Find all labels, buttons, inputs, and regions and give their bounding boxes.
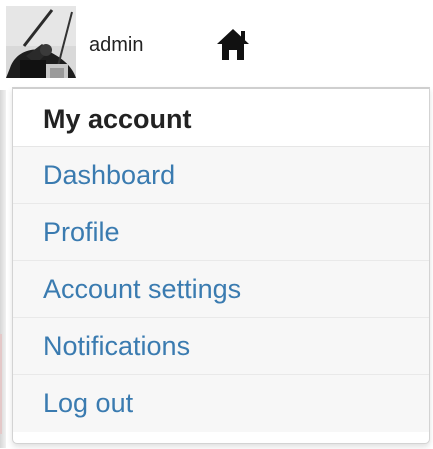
username-link[interactable]: admin xyxy=(89,33,143,57)
background-accent-line xyxy=(0,334,2,434)
page: admin My account Dashboard Profile Accou… xyxy=(0,0,433,449)
background-panel-edge xyxy=(0,90,6,448)
home-icon[interactable] xyxy=(214,26,252,62)
menu-item-account-settings[interactable]: Account settings xyxy=(13,261,429,318)
avatar[interactable] xyxy=(6,6,76,78)
menu-item-profile[interactable]: Profile xyxy=(13,204,429,261)
user-bar: admin xyxy=(0,0,433,82)
menu-item-dashboard[interactable]: Dashboard xyxy=(13,147,429,204)
menu-item-log-out[interactable]: Log out xyxy=(13,375,429,432)
menu-header-my-account: My account xyxy=(13,89,429,147)
account-dropdown-menu: My account Dashboard Profile Account set… xyxy=(12,87,430,444)
avatar-image xyxy=(6,6,76,78)
menu-item-notifications[interactable]: Notifications xyxy=(13,318,429,375)
